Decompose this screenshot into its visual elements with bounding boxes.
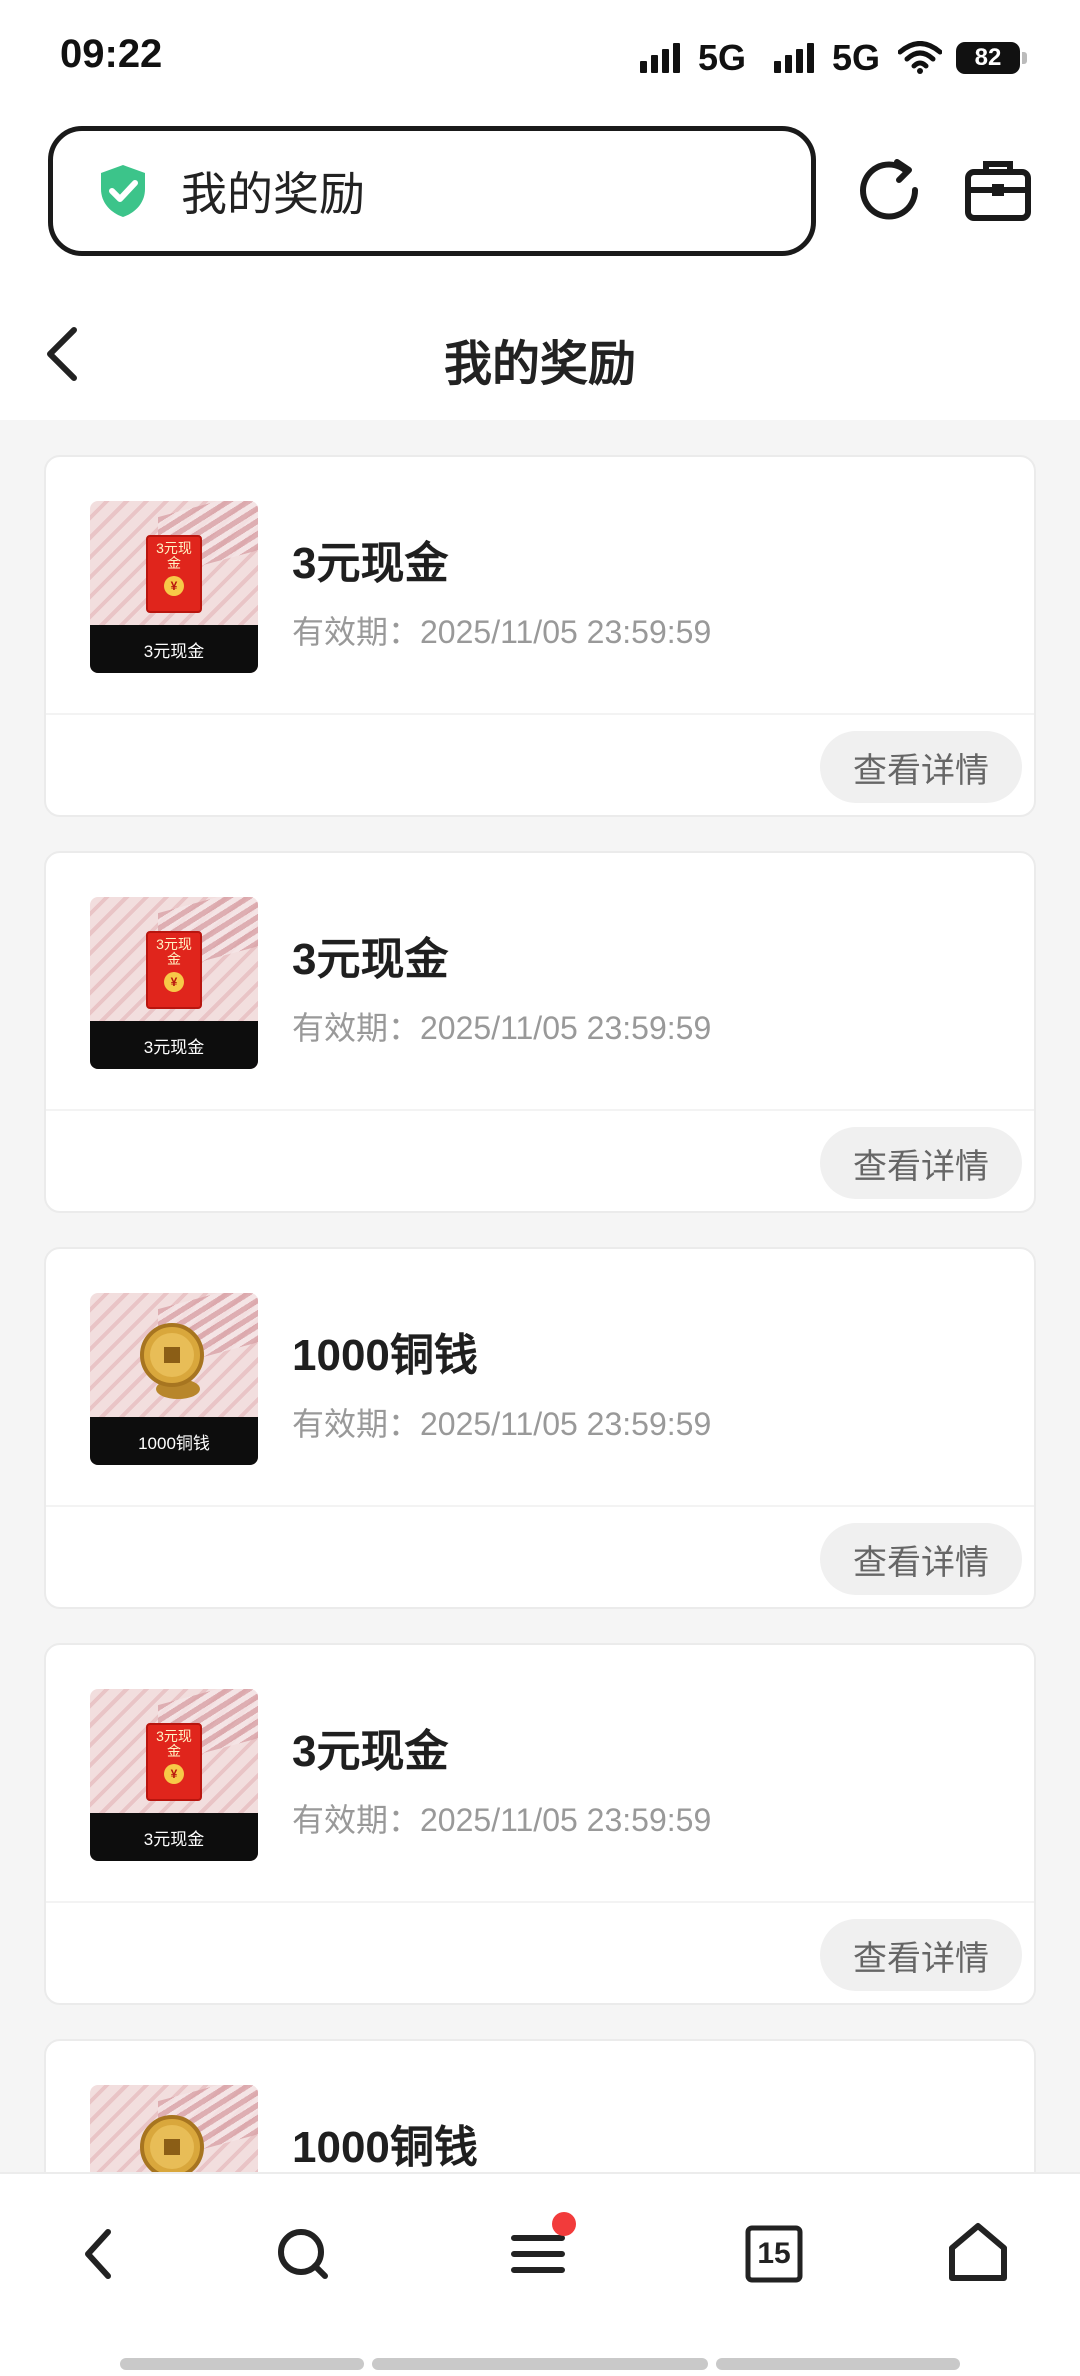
tab-count: 15 — [757, 2237, 791, 2270]
reward-thumbnail: 1000铜钱 — [90, 1293, 258, 1465]
reward-title: 3元现金 — [292, 1727, 449, 1776]
view-details-button[interactable]: 查看详情 — [820, 731, 1022, 803]
reward-expiry: 有效期：2025/11/05 23:59:59 — [292, 1010, 712, 1046]
reward-title: 3元现金 — [292, 935, 449, 984]
reward-expiry: 有效期：2025/11/05 23:59:59 — [292, 1802, 712, 1838]
address-text: 我的奖励 — [181, 168, 365, 220]
toolbox-icon[interactable] — [962, 154, 1034, 226]
reward-thumbnail: 3元现金 ¥ 3元现金 — [90, 897, 258, 1069]
status-bar: 09:22 5G 5G 82 — [0, 0, 1080, 118]
gesture-bar — [716, 2358, 960, 2370]
page-header: 我的奖励 — [0, 288, 1080, 420]
nav-back-icon[interactable] — [64, 2218, 136, 2290]
notification-dot — [552, 2212, 576, 2236]
browser-toolbar: 我的奖励 — [0, 118, 1080, 288]
red-envelope-icon: 3元现金 ¥ — [146, 931, 202, 1009]
signal-icon — [639, 43, 680, 73]
reward-card: 3元现金 ¥ 3元现金 3元现金 有效期：2025/11/05 23:59:59… — [44, 455, 1036, 817]
divider — [46, 713, 1034, 715]
battery-icon: 82 — [956, 42, 1027, 74]
gesture-bar — [120, 2358, 364, 2370]
network-label: 5G — [697, 37, 746, 78]
divider — [46, 1505, 1034, 1507]
view-details-button[interactable]: 查看详情 — [820, 1523, 1022, 1595]
search-icon[interactable] — [267, 2218, 339, 2290]
reward-title: 1000铜钱 — [292, 1331, 478, 1380]
page-title: 我的奖励 — [443, 338, 636, 391]
home-icon[interactable] — [942, 2218, 1014, 2290]
refresh-icon[interactable] — [853, 154, 925, 226]
reward-expiry: 有效期：2025/11/05 23:59:59 — [292, 614, 712, 650]
reward-title: 3元现金 — [292, 539, 449, 588]
shield-check-icon — [101, 165, 145, 217]
copper-coin-icon — [140, 1323, 204, 1399]
wifi-icon — [898, 41, 942, 74]
thumbnail-label: 3元现金 — [90, 625, 258, 673]
reward-title: 1000铜钱 — [292, 2123, 478, 2172]
red-envelope-icon: 3元现金 ¥ — [146, 1723, 202, 1801]
reward-expiry: 有效期：2025/11/05 23:59:59 — [292, 1406, 712, 1442]
divider — [46, 1901, 1034, 1903]
reward-card: 1000铜钱 1000铜钱 有效期：2025/11/05 23:59:59 查看… — [44, 1247, 1036, 1609]
red-envelope-icon: 3元现金 ¥ — [146, 535, 202, 613]
network-label: 5G — [831, 37, 880, 78]
status-indicators: 5G 5G 82 — [639, 36, 1027, 80]
address-bar[interactable]: 我的奖励 — [48, 126, 816, 256]
status-time: 09:22 — [60, 32, 163, 76]
divider — [46, 1109, 1034, 1111]
thumbnail-label: 3元现金 — [90, 1021, 258, 1069]
thumbnail-label: 1000铜钱 — [90, 1417, 258, 1465]
view-details-button[interactable]: 查看详情 — [820, 1919, 1022, 1991]
view-details-button[interactable]: 查看详情 — [820, 1127, 1022, 1199]
tabs-button[interactable]: 15 — [738, 2218, 810, 2290]
reward-card: 3元现金 ¥ 3元现金 3元现金 有效期：2025/11/05 23:59:59… — [44, 1643, 1036, 2005]
reward-thumbnail: 3元现金 ¥ 3元现金 — [90, 501, 258, 673]
bottom-navigation: 15 — [0, 2172, 1080, 2376]
gesture-bar — [372, 2358, 708, 2370]
reward-card: 3元现金 ¥ 3元现金 3元现金 有效期：2025/11/05 23:59:59… — [44, 851, 1036, 1213]
signal-icon — [773, 43, 814, 73]
reward-thumbnail: 3元现金 ¥ 3元现金 — [90, 1689, 258, 1861]
thumbnail-label: 3元现金 — [90, 1813, 258, 1861]
reward-list: 3元现金 ¥ 3元现金 3元现金 有效期：2025/11/05 23:59:59… — [44, 455, 1036, 2376]
